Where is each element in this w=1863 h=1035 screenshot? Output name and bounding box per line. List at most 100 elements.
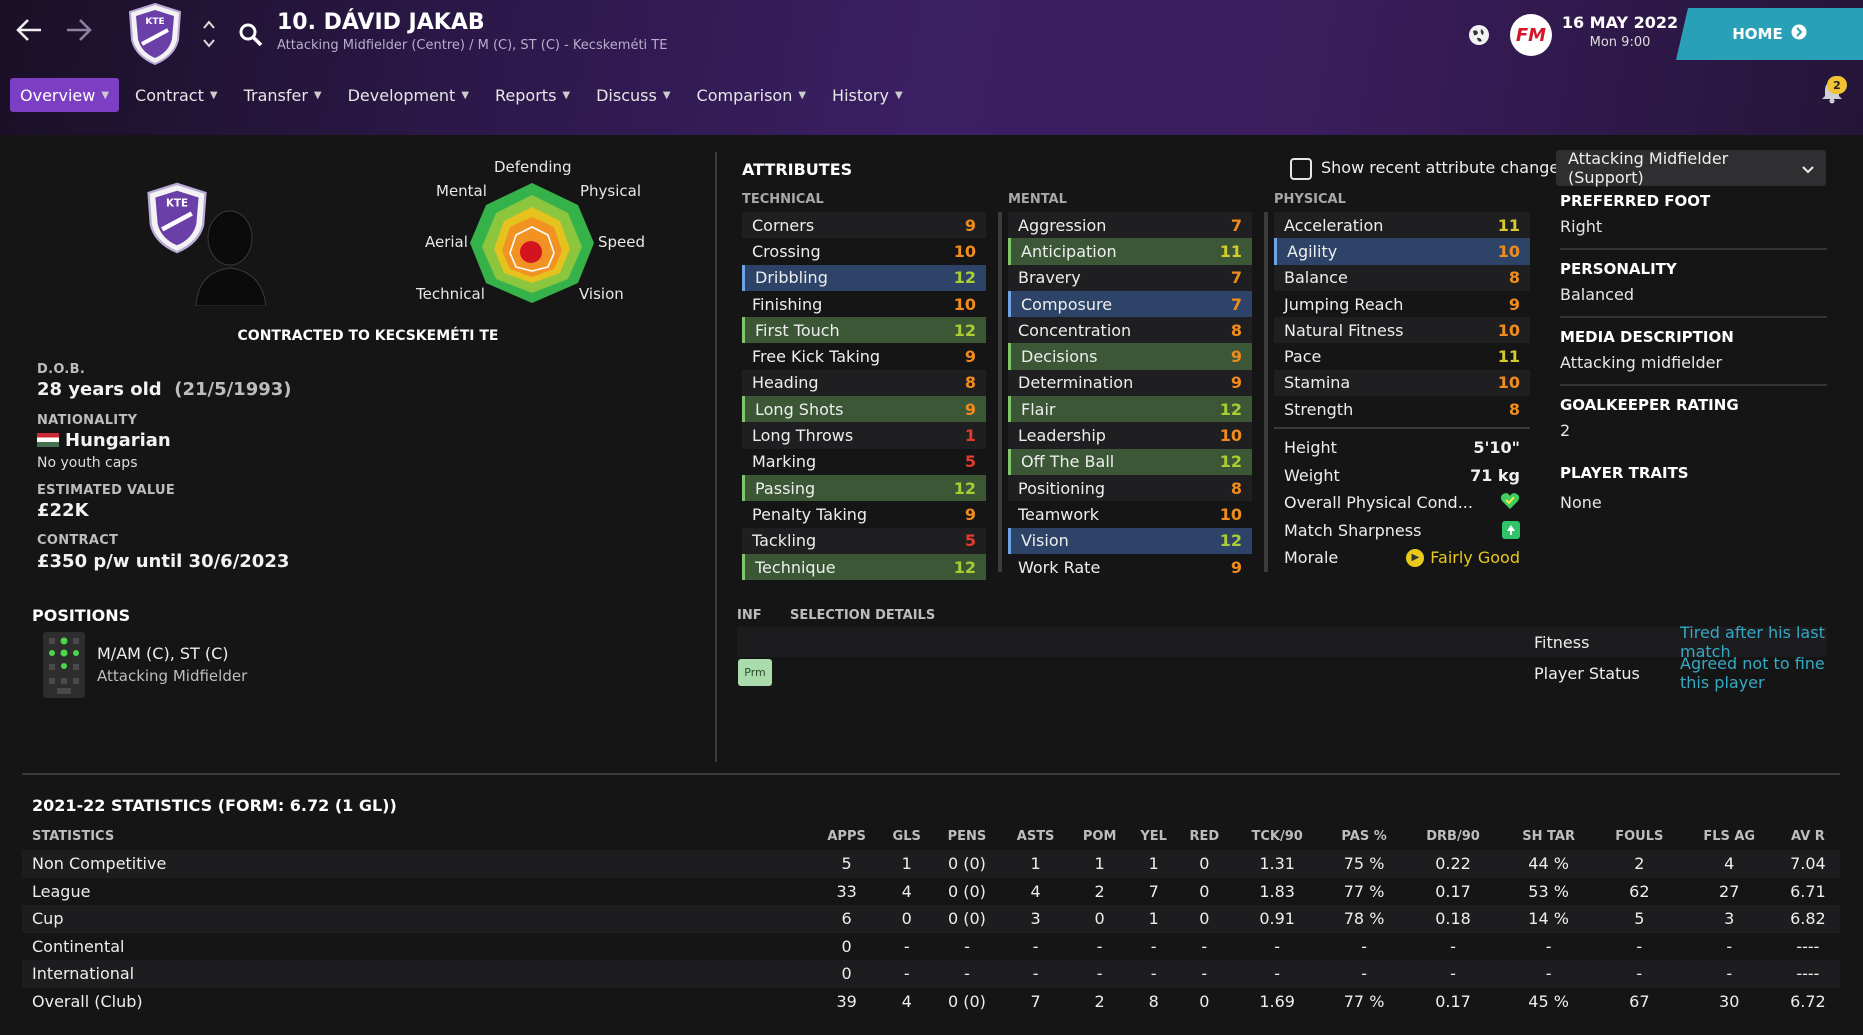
attribute-name: Determination: [1018, 373, 1134, 393]
selection-row[interactable]: Player Status Agreed not to fine this pl…: [737, 654, 1827, 692]
recent-changes-label[interactable]: Show recent attribute changes: [1321, 158, 1568, 177]
tab-comparison[interactable]: Comparison ▼: [687, 78, 817, 112]
column-header[interactable]: RED: [1178, 822, 1231, 850]
attribute-row[interactable]: Composure 7: [1008, 290, 1252, 318]
back-arrow-icon[interactable]: [14, 16, 44, 50]
positions-title: POSITIONS: [32, 606, 131, 625]
attribute-row[interactable]: Teamwork 10: [1008, 501, 1252, 527]
forward-arrow-icon[interactable]: [64, 16, 94, 50]
attribute-row[interactable]: Heading 8: [742, 369, 986, 397]
attribute-row[interactable]: Passing 12: [742, 474, 986, 502]
tab-discuss[interactable]: Discuss ▼: [586, 78, 680, 112]
condition-row[interactable]: Overall Physical Cond...: [1274, 489, 1530, 517]
tab-development[interactable]: Development ▼: [338, 78, 479, 112]
date-display[interactable]: 16 MAY 2022 Mon 9:00: [1560, 13, 1680, 50]
attribute-row[interactable]: Concentration 8: [1008, 317, 1252, 344]
sharpness-row[interactable]: Match Sharpness: [1274, 517, 1530, 545]
column-header[interactable]: POM: [1069, 822, 1129, 850]
column-header[interactable]: GLS: [881, 822, 932, 850]
column-header[interactable]: ASTS: [1002, 822, 1070, 850]
attribute-row[interactable]: Free Kick Taking 9: [742, 343, 986, 369]
player-switch-arrows[interactable]: [203, 18, 215, 54]
tab-overview[interactable]: Overview ▼: [10, 78, 120, 112]
club-crest-icon[interactable]: KTE: [126, 2, 184, 66]
attribute-row[interactable]: Pace 11: [1274, 343, 1530, 369]
column-header[interactable]: FLS AG: [1683, 822, 1776, 850]
attribute-row[interactable]: Aggression 7: [1008, 212, 1252, 239]
nationality-value[interactable]: Hungarian: [37, 430, 171, 451]
recent-changes-checkbox[interactable]: [1290, 158, 1312, 180]
attribute-row[interactable]: Strength 8: [1274, 396, 1530, 422]
attribute-row[interactable]: Leadership 10: [1008, 422, 1252, 449]
attribute-row[interactable]: Corners 9: [742, 212, 986, 239]
attribute-row[interactable]: Determination 9: [1008, 369, 1252, 397]
attribute-row[interactable]: Balance 8: [1274, 264, 1530, 291]
table-row[interactable]: International 0- - - - - - - - - - - - ----: [22, 960, 1840, 988]
tab-label: History: [832, 85, 889, 105]
attribute-row[interactable]: Positioning 8: [1008, 474, 1252, 502]
globe-icon[interactable]: [1466, 22, 1492, 52]
column-header[interactable]: AV R: [1776, 822, 1840, 850]
attribute-row[interactable]: Penalty Taking 9: [742, 501, 986, 527]
tab-contract[interactable]: Contract ▼: [125, 78, 228, 112]
table-row[interactable]: Overall (Club) 39 4 0 (0) 7 2 8 0 1.69 77 % 0.17 45…: [22, 988, 1840, 1016]
column-header[interactable]: DRB/90: [1405, 822, 1501, 850]
table-row[interactable]: Cup 6 0 0 (0) 3 0 1 0 0.91 78 % 0.18 14 % 5 3 6.82: [22, 905, 1840, 933]
attribute-row[interactable]: Dribbling 12: [742, 264, 986, 291]
attribute-row[interactable]: Flair 12: [1008, 396, 1252, 423]
attribute-row[interactable]: Tackling 5: [742, 527, 986, 554]
column-header[interactable]: PENS: [932, 822, 1002, 850]
attribute-row[interactable]: Technique 12: [742, 553, 986, 581]
position-pitch-icon[interactable]: [43, 632, 85, 698]
table-cell: -: [903, 936, 910, 956]
chevron-down-icon[interactable]: [203, 36, 215, 54]
attribute-row[interactable]: Jumping Reach 9: [1274, 291, 1530, 317]
attribute-row[interactable]: Acceleration 11: [1274, 212, 1530, 239]
attribute-name: Positioning: [1018, 478, 1106, 498]
column-header[interactable]: SH TAR: [1501, 822, 1596, 850]
attribute-row[interactable]: Long Shots 9: [742, 396, 986, 423]
fm-logo[interactable]: FM: [1510, 14, 1552, 56]
tab-history[interactable]: History ▼: [822, 78, 913, 112]
attribute-row[interactable]: Agility 10: [1274, 238, 1530, 265]
tab-transfer[interactable]: Transfer ▼: [234, 78, 332, 112]
column-header[interactable]: APPS: [812, 822, 881, 850]
attribute-row[interactable]: Anticipation 11: [1008, 238, 1252, 265]
attribute-row[interactable]: Bravery 7: [1008, 264, 1252, 291]
attribute-row[interactable]: Off The Ball 12: [1008, 448, 1252, 475]
morale-row[interactable]: Morale ▶ Fairly Good: [1274, 544, 1530, 572]
dob-label: D.O.B.: [37, 362, 86, 377]
column-header[interactable]: YEL: [1130, 822, 1178, 850]
attribute-row[interactable]: Work Rate 9: [1008, 554, 1252, 580]
role-select[interactable]: Attacking Midfielder (Support): [1556, 149, 1826, 187]
selection-row[interactable]: Fitness Tired after his last match: [737, 623, 1827, 661]
attribute-row[interactable]: Crossing 10: [742, 238, 986, 264]
search-icon[interactable]: [238, 22, 264, 52]
attribute-row[interactable]: Finishing 10: [742, 291, 986, 317]
attribute-row[interactable]: First Touch 12: [742, 317, 986, 344]
table-cell: -: [1150, 964, 1157, 984]
personality-value: Balanced: [1560, 285, 1634, 304]
column-header[interactable]: STATISTICS: [22, 822, 812, 850]
player-subtitle: Attacking Midfielder (Centre) / M (C), S…: [277, 38, 668, 53]
table-row[interactable]: League 33 4 0 (0) 4 2 7 0 1.83 77 % 0.17 53 % 62 27 6.…: [22, 878, 1840, 906]
tab-reports[interactable]: Reports ▼: [485, 78, 580, 112]
table-row[interactable]: Non Competitive 5 1 0 (0) 1 1 1 0 1.31 75 % 0.22 44…: [22, 850, 1840, 878]
column-header[interactable]: PAS %: [1323, 822, 1405, 850]
table-row[interactable]: Continental 0- - - - - - - - - - - - ----: [22, 933, 1840, 961]
chevron-up-icon[interactable]: [203, 18, 215, 36]
attribute-row[interactable]: Marking 5: [742, 449, 986, 475]
attribute-row[interactable]: Stamina 10: [1274, 369, 1530, 397]
column-header[interactable]: FOULS: [1596, 822, 1683, 850]
attribute-row[interactable]: Vision 12: [1008, 527, 1252, 554]
attribute-row[interactable]: Natural Fitness 10: [1274, 317, 1530, 344]
table-cell: International: [32, 964, 135, 984]
statistics-title[interactable]: 2021-22 STATISTICS (FORM: 6.72 (1 GL)): [32, 796, 397, 815]
gk-rating-label: GOALKEEPER RATING: [1560, 396, 1739, 414]
home-button[interactable]: HOME: [1676, 8, 1863, 60]
attribute-row[interactable]: Decisions 9: [1008, 343, 1252, 370]
column-header[interactable]: TCK/90: [1231, 822, 1323, 850]
attribute-row[interactable]: Long Throws 1: [742, 422, 986, 449]
table-cell: 14 %: [1528, 909, 1569, 929]
mental-header: MENTAL: [1008, 192, 1067, 207]
